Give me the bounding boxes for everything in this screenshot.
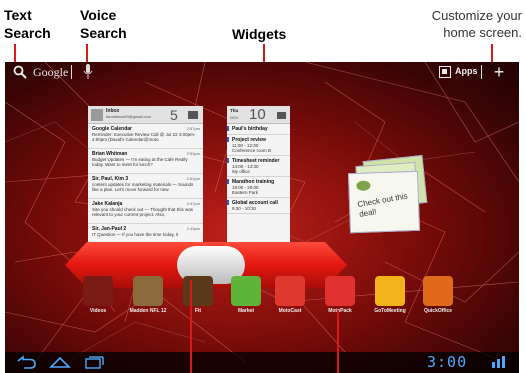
new-event-icon[interactable] bbox=[277, 112, 286, 119]
apps-button[interactable]: Apps bbox=[439, 66, 479, 80]
divider bbox=[71, 65, 72, 79]
google-search-label[interactable]: Google bbox=[33, 65, 68, 80]
calendar-widget-header: Thu NOV 10 bbox=[227, 106, 290, 124]
calendar-month: NOV bbox=[230, 115, 239, 120]
compose-icon[interactable] bbox=[188, 111, 198, 119]
callout-voice-search: Voice Search bbox=[80, 6, 127, 42]
callout-customize-line2: home screen. bbox=[443, 25, 522, 40]
deal-text: Check out this deal! bbox=[356, 191, 409, 219]
leader-customize bbox=[491, 44, 493, 64]
email-avatar-icon bbox=[91, 109, 103, 121]
event-detail: My office bbox=[232, 169, 250, 174]
calendar-day: Thu bbox=[230, 108, 239, 113]
callout-widgets: Widgets bbox=[232, 26, 287, 42]
callout-text-search: Text Search bbox=[4, 6, 51, 42]
quickoffice-app-icon[interactable] bbox=[423, 276, 453, 306]
madden-nfl-12-app-icon[interactable] bbox=[133, 276, 163, 306]
callout-voice-search-line2: Search bbox=[80, 25, 127, 41]
callout-voice-search-line1: Voice bbox=[80, 7, 117, 23]
leader-text-search bbox=[14, 44, 16, 64]
status-clock[interactable]: 3:00 bbox=[427, 353, 467, 371]
email-time: 2:47pm bbox=[186, 201, 200, 206]
event-title: Paul's birthday bbox=[232, 126, 268, 132]
apps-label: Apps bbox=[455, 66, 478, 76]
add-to-home-button[interactable]: + bbox=[491, 63, 507, 81]
microphone-icon[interactable] bbox=[83, 64, 93, 80]
event-detail: 9:30 - 10:30 bbox=[232, 206, 257, 211]
signal-icon[interactable] bbox=[491, 356, 507, 368]
motocast-app-icon[interactable] bbox=[275, 276, 305, 306]
divider bbox=[481, 65, 482, 79]
gotomeeting-app-icon[interactable] bbox=[375, 276, 405, 306]
calendar-event[interactable]: Timesheet reminder 14:00 - 14:30 My office bbox=[227, 156, 290, 177]
calendar-event-list: Paul's birthday Project review 11:00 - 12:… bbox=[227, 124, 290, 214]
back-icon[interactable] bbox=[15, 355, 37, 370]
apps-grid-icon bbox=[439, 66, 451, 78]
leader-scroll-bar bbox=[190, 280, 192, 373]
email-time: 2:57pm bbox=[186, 126, 200, 131]
system-bar: 3:00 bbox=[5, 352, 519, 373]
market-app-icon[interactable] bbox=[231, 276, 261, 306]
email-time: 2:43pm bbox=[186, 226, 200, 231]
home-icon[interactable] bbox=[49, 355, 71, 370]
email-account: fanadleuw00@gmail.com bbox=[106, 114, 151, 119]
callout-text-search-line1: Text bbox=[4, 7, 32, 23]
calendar-event[interactable]: Global account call 9:30 - 10:30 bbox=[227, 198, 290, 214]
callout-customize-line1: Customize your bbox=[431, 8, 522, 23]
deal-card-front: Check out this deal! bbox=[347, 170, 421, 234]
email-list: Google Calendar 2:57pm Reminder: Executive… bbox=[88, 124, 203, 249]
event-detail: Eastern Park bbox=[232, 190, 259, 195]
email-list-item[interactable]: Jake Kalanja 2:47pm Site you should check … bbox=[88, 199, 203, 224]
email-list-item[interactable]: Sir, Paul, Kim 3 2:51pm content updates fo… bbox=[88, 174, 203, 199]
callout-text-search-line2: Search bbox=[4, 25, 51, 41]
email-unread-count: 5 bbox=[170, 107, 178, 123]
email-subject: Site you should check out — Thought that… bbox=[92, 207, 193, 217]
calendar-event[interactable]: Paul's birthday bbox=[227, 124, 290, 135]
home-screen: Google Apps + Inbox fanadleuw00@gmail.co… bbox=[5, 62, 519, 373]
calendar-date: 10 bbox=[249, 106, 266, 123]
motopack-app-icon[interactable] bbox=[325, 276, 355, 306]
email-time: 2:53pm bbox=[186, 151, 200, 156]
deal-image-icon bbox=[356, 180, 371, 191]
callout-customize: Customize your home screen. bbox=[394, 7, 522, 41]
calendar-event[interactable]: Marathon training 18:00 - 20:00 Eastern Pa… bbox=[227, 177, 290, 198]
email-widget-header: Inbox fanadleuw00@gmail.com 5 bbox=[88, 106, 203, 124]
quickoffice-app-label[interactable]: QuickOffice bbox=[408, 308, 468, 314]
email-list-item[interactable]: Brian Whitman 2:53pm Budget Updates — I'm … bbox=[88, 149, 203, 174]
videos-app-icon[interactable] bbox=[83, 276, 113, 306]
leader-app-dock bbox=[337, 310, 339, 373]
leader-voice-search bbox=[86, 44, 88, 64]
email-subject: Reminder: Executive Review Call @ Jul 22… bbox=[92, 132, 196, 142]
recent-apps-icon[interactable] bbox=[83, 355, 105, 370]
fit-app-icon[interactable] bbox=[183, 276, 213, 306]
email-subject: content updates for marketing materials … bbox=[92, 182, 194, 192]
email-subject: Budget Updates — I'm eating at the Cafe … bbox=[92, 157, 188, 167]
calendar-event[interactable]: Project review 11:00 - 12:30 Conference ro… bbox=[227, 135, 290, 156]
email-list-item[interactable]: Google Calendar 2:57pm Reminder: Executive… bbox=[88, 124, 203, 149]
top-bar: Google Apps + bbox=[5, 62, 519, 84]
search-icon[interactable] bbox=[13, 65, 27, 79]
email-subject: IT Question — If you have the time today… bbox=[92, 232, 179, 237]
annotated-screenshot: Text Search Voice Search Widgets Customi… bbox=[0, 0, 526, 373]
email-time: 2:51pm bbox=[186, 176, 200, 181]
event-detail: Conference room B bbox=[232, 148, 272, 153]
calendar-widget[interactable]: Thu NOV 10 Paul's birthday Project review… bbox=[227, 106, 290, 264]
